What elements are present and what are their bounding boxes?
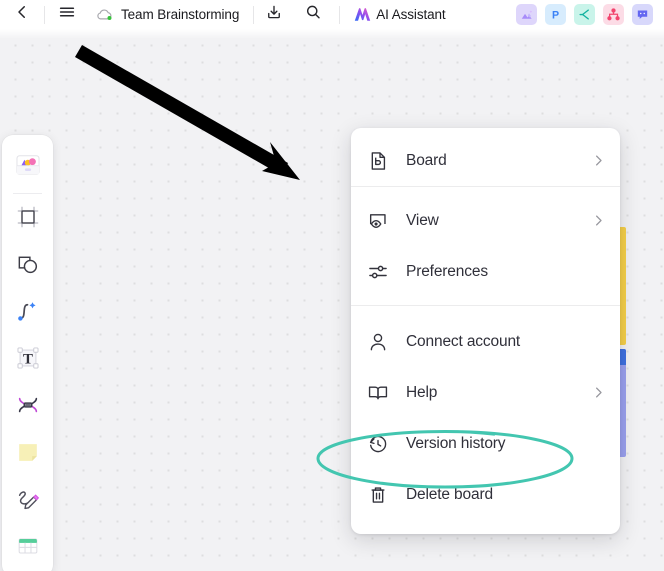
image-app-icon[interactable] (516, 4, 537, 25)
mindmap-node-icon (15, 392, 41, 423)
connector-tool[interactable] (2, 290, 53, 337)
search-icon (304, 3, 322, 26)
menu-item-delete-board[interactable]: Delete board (351, 469, 620, 520)
download-icon (265, 3, 283, 26)
chevron-right-icon (591, 385, 606, 400)
back-button[interactable] (0, 0, 44, 29)
mindmap-tool[interactable] (2, 384, 53, 431)
flowchart-app-icon[interactable] (603, 4, 624, 25)
person-icon (367, 331, 393, 353)
book-icon (367, 382, 393, 404)
menu-item-board[interactable]: Board (351, 135, 620, 186)
pen-tool[interactable] (2, 478, 53, 525)
board-context-menu: Board View Preferences Connect account H… (351, 128, 620, 534)
ai-assistant-label: AI Assistant (376, 7, 446, 22)
comment-app-icon[interactable] (632, 4, 653, 25)
menu-group-account: Connect account Help Version history Del… (351, 306, 620, 520)
shapes-tool[interactable] (2, 243, 53, 290)
mindmap-app-icon[interactable] (574, 4, 595, 25)
menu-item-connect-account-label: Connect account (406, 332, 521, 350)
board-file-icon (367, 150, 393, 172)
templates-tool[interactable] (2, 144, 53, 191)
canvas-top-fade (0, 29, 664, 39)
svg-text:T: T (23, 352, 33, 368)
trash-icon (367, 484, 393, 506)
menu-item-help-label: Help (406, 383, 438, 401)
board-title: Team Brainstorming (121, 7, 240, 22)
menu-item-preferences-label: Preferences (406, 262, 488, 280)
download-button[interactable] (254, 0, 294, 29)
shapes-icon (15, 252, 40, 282)
board-title-group[interactable]: Team Brainstorming (89, 0, 239, 29)
pen-scribble-icon (15, 486, 41, 517)
menu-group-board: Board (351, 128, 620, 186)
text-tool[interactable]: T (2, 337, 53, 384)
chevron-right-icon (591, 213, 606, 228)
curve-connector-icon (15, 299, 40, 329)
top-bar: Team Brainstorming AI Assistant P (0, 0, 664, 29)
sliders-icon (367, 261, 393, 283)
menu-item-view[interactable]: View (351, 195, 620, 246)
left-toolbar: T (2, 135, 53, 571)
menu-item-version-history[interactable]: Version history (351, 418, 620, 469)
history-clock-icon (367, 433, 393, 455)
cloud-synced-icon (95, 5, 114, 24)
menu-item-delete-board-label: Delete board (406, 485, 493, 503)
text-t-icon: T (15, 345, 41, 376)
search-button[interactable] (294, 0, 332, 29)
toolbar-divider (13, 193, 42, 194)
hamburger-menu-button[interactable] (45, 0, 89, 29)
ai-assistant-button[interactable]: AI Assistant (340, 0, 446, 29)
view-eye-icon (367, 210, 393, 232)
ai-assistant-logo-icon (352, 4, 373, 25)
svg-text:P: P (552, 10, 559, 22)
menu-item-board-label: Board (406, 151, 447, 169)
table-icon (15, 533, 41, 564)
presentation-app-icon[interactable]: P (545, 4, 566, 25)
menu-item-connect-account[interactable]: Connect account (351, 316, 620, 367)
sticky-note-icon (15, 439, 41, 470)
table-tool[interactable] (2, 525, 53, 571)
menu-item-preferences[interactable]: Preferences (351, 246, 620, 297)
frame-tool[interactable] (2, 196, 53, 243)
hamburger-menu-icon (58, 3, 76, 26)
chevron-right-icon (591, 153, 606, 168)
templates-icon (13, 150, 43, 185)
menu-item-version-history-label: Version history (406, 434, 506, 452)
menu-item-view-label: View (406, 211, 439, 229)
menu-group-view: View Preferences (351, 187, 620, 305)
sticky-note-tool[interactable] (2, 431, 53, 478)
menu-item-help[interactable]: Help (351, 367, 620, 418)
chevron-left-icon (13, 3, 31, 26)
frame-icon (16, 205, 40, 234)
app-root: Team Brainstorming AI Assistant P T Boar… (0, 0, 664, 571)
